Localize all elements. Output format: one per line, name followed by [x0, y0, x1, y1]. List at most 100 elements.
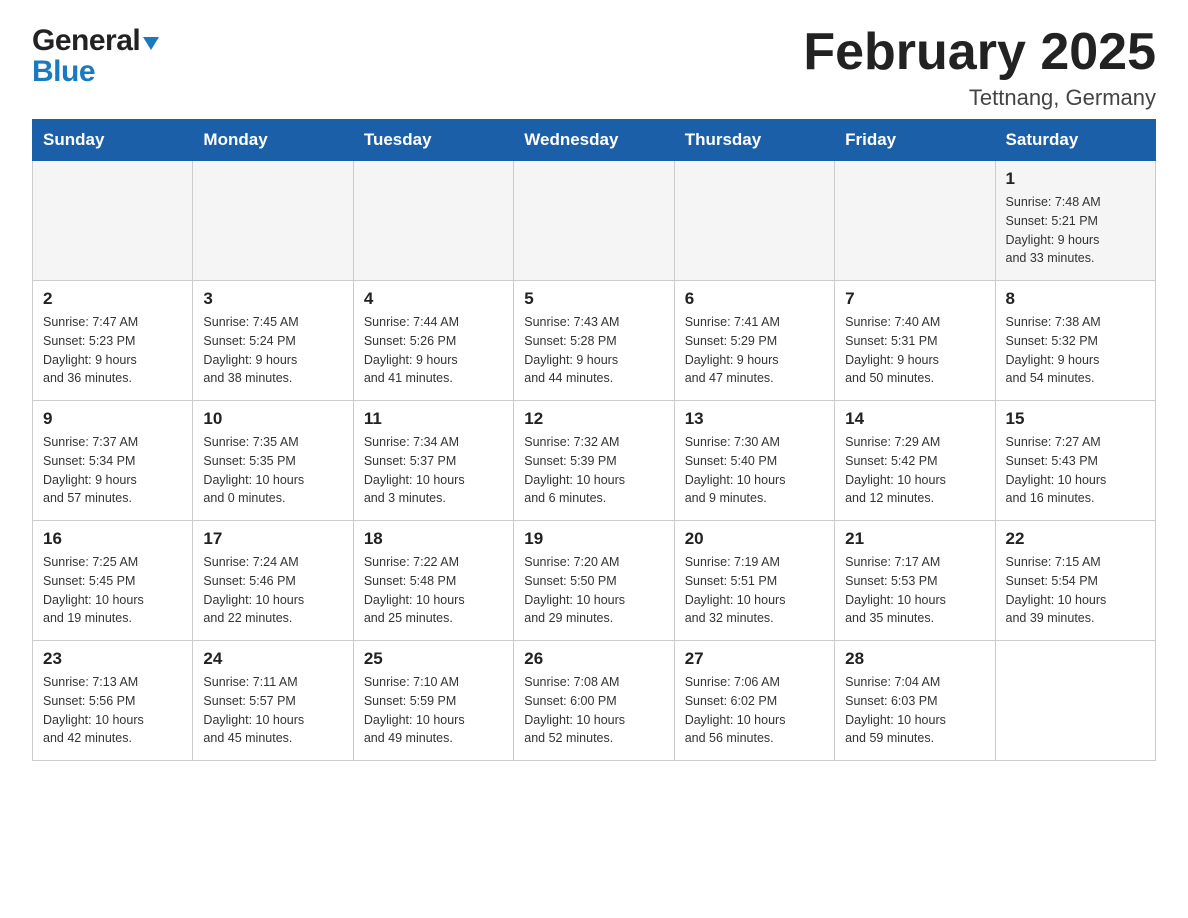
day-number: 28 [845, 649, 984, 669]
day-info: Sunrise: 7:04 AM Sunset: 6:03 PM Dayligh… [845, 673, 984, 748]
table-row: 16 Sunrise: 7:25 AM Sunset: 5:45 PM Dayli… [33, 521, 193, 641]
table-row: 3 Sunrise: 7:45 AM Sunset: 5:24 PM Daylig… [193, 281, 353, 401]
day-info: Sunrise: 7:35 AM Sunset: 5:35 PM Dayligh… [203, 433, 342, 508]
day-number: 27 [685, 649, 824, 669]
logo-triangle-icon [143, 37, 159, 50]
header-wednesday: Wednesday [514, 120, 674, 161]
page-title: February 2025 [803, 24, 1156, 81]
day-number: 20 [685, 529, 824, 549]
day-info: Sunrise: 7:43 AM Sunset: 5:28 PM Dayligh… [524, 313, 663, 388]
table-row: 13 Sunrise: 7:30 AM Sunset: 5:40 PM Dayli… [674, 401, 834, 521]
day-number: 5 [524, 289, 663, 309]
day-number: 11 [364, 409, 503, 429]
day-number: 10 [203, 409, 342, 429]
day-number: 1 [1006, 169, 1145, 189]
calendar-table: Sunday Monday Tuesday Wednesday Thursday… [32, 119, 1156, 761]
day-number: 17 [203, 529, 342, 549]
logo-general-text: General [32, 24, 140, 57]
day-number: 16 [43, 529, 182, 549]
calendar-week-row: 23Sunrise: 7:13 AM Sunset: 5:56 PM Dayli… [33, 641, 1156, 761]
day-info: Sunrise: 7:06 AM Sunset: 6:02 PM Dayligh… [685, 673, 824, 748]
day-info: Sunrise: 7:11 AM Sunset: 5:57 PM Dayligh… [203, 673, 342, 748]
day-number: 23 [43, 649, 182, 669]
day-info: Sunrise: 7:29 AM Sunset: 5:42 PM Dayligh… [845, 433, 984, 508]
table-row [33, 161, 193, 281]
table-row: 22Sunrise: 7:15 AM Sunset: 5:54 PM Dayli… [995, 521, 1155, 641]
day-number: 13 [685, 409, 824, 429]
day-info: Sunrise: 7:22 AM Sunset: 5:48 PM Dayligh… [364, 553, 503, 628]
table-row [674, 161, 834, 281]
page-subtitle: Tettnang, Germany [803, 85, 1156, 111]
day-info: Sunrise: 7:37 AM Sunset: 5:34 PM Dayligh… [43, 433, 182, 508]
table-row: 26Sunrise: 7:08 AM Sunset: 6:00 PM Dayli… [514, 641, 674, 761]
day-number: 25 [364, 649, 503, 669]
table-row: 15 Sunrise: 7:27 AM Sunset: 5:43 PM Dayli… [995, 401, 1155, 521]
logo: General Blue [32, 24, 159, 88]
table-row: 4 Sunrise: 7:44 AM Sunset: 5:26 PM Daylig… [353, 281, 513, 401]
table-row [995, 641, 1155, 761]
day-number: 21 [845, 529, 984, 549]
table-row: 19 Sunrise: 7:20 AM Sunset: 5:50 PM Dayli… [514, 521, 674, 641]
table-row: 28 Sunrise: 7:04 AM Sunset: 6:03 PM Dayli… [835, 641, 995, 761]
day-number: 4 [364, 289, 503, 309]
day-info: Sunrise: 7:30 AM Sunset: 5:40 PM Dayligh… [685, 433, 824, 508]
day-number: 6 [685, 289, 824, 309]
day-info: Sunrise: 7:20 AM Sunset: 5:50 PM Dayligh… [524, 553, 663, 628]
day-info: Sunrise: 7:48 AM Sunset: 5:21 PM Dayligh… [1006, 193, 1145, 268]
day-info: Sunrise: 7:45 AM Sunset: 5:24 PM Dayligh… [203, 313, 342, 388]
header-tuesday: Tuesday [353, 120, 513, 161]
day-info: Sunrise: 7:34 AM Sunset: 5:37 PM Dayligh… [364, 433, 503, 508]
day-info: Sunrise: 7:44 AM Sunset: 5:26 PM Dayligh… [364, 313, 503, 388]
table-row: 8 Sunrise: 7:38 AM Sunset: 5:32 PM Daylig… [995, 281, 1155, 401]
day-info: Sunrise: 7:47 AM Sunset: 5:23 PM Dayligh… [43, 313, 182, 388]
table-row: 11 Sunrise: 7:34 AM Sunset: 5:37 PM Dayli… [353, 401, 513, 521]
table-row: 24 Sunrise: 7:11 AM Sunset: 5:57 PM Dayli… [193, 641, 353, 761]
day-number: 7 [845, 289, 984, 309]
day-number: 2 [43, 289, 182, 309]
day-info: Sunrise: 7:38 AM Sunset: 5:32 PM Dayligh… [1006, 313, 1145, 388]
header-thursday: Thursday [674, 120, 834, 161]
calendar-week-row: 2 Sunrise: 7:47 AM Sunset: 5:23 PM Daylig… [33, 281, 1156, 401]
table-row: 5 Sunrise: 7:43 AM Sunset: 5:28 PM Daylig… [514, 281, 674, 401]
day-number: 8 [1006, 289, 1145, 309]
day-info: Sunrise: 7:25 AM Sunset: 5:45 PM Dayligh… [43, 553, 182, 628]
table-row: 2 Sunrise: 7:47 AM Sunset: 5:23 PM Daylig… [33, 281, 193, 401]
day-info: Sunrise: 7:41 AM Sunset: 5:29 PM Dayligh… [685, 313, 824, 388]
header-saturday: Saturday [995, 120, 1155, 161]
table-row: 1 Sunrise: 7:48 AM Sunset: 5:21 PM Daylig… [995, 161, 1155, 281]
table-row: 27 Sunrise: 7:06 AM Sunset: 6:02 PM Dayli… [674, 641, 834, 761]
table-row: 9 Sunrise: 7:37 AM Sunset: 5:34 PM Daylig… [33, 401, 193, 521]
table-row: 17Sunrise: 7:24 AM Sunset: 5:46 PM Dayli… [193, 521, 353, 641]
table-row: 6 Sunrise: 7:41 AM Sunset: 5:29 PM Daylig… [674, 281, 834, 401]
page-header: General Blue February 2025 Tettnang, Ger… [32, 24, 1156, 111]
table-row [193, 161, 353, 281]
day-number: 14 [845, 409, 984, 429]
calendar-header-row: Sunday Monday Tuesday Wednesday Thursday… [33, 120, 1156, 161]
day-info: Sunrise: 7:27 AM Sunset: 5:43 PM Dayligh… [1006, 433, 1145, 508]
day-info: Sunrise: 7:19 AM Sunset: 5:51 PM Dayligh… [685, 553, 824, 628]
day-number: 9 [43, 409, 182, 429]
table-row [353, 161, 513, 281]
header-monday: Monday [193, 120, 353, 161]
table-row: 12 Sunrise: 7:32 AM Sunset: 5:39 PM Dayli… [514, 401, 674, 521]
day-info: Sunrise: 7:40 AM Sunset: 5:31 PM Dayligh… [845, 313, 984, 388]
table-row: 18 Sunrise: 7:22 AM Sunset: 5:48 PM Dayli… [353, 521, 513, 641]
day-number: 18 [364, 529, 503, 549]
table-row: 7 Sunrise: 7:40 AM Sunset: 5:31 PM Daylig… [835, 281, 995, 401]
logo-blue-text: Blue [32, 55, 95, 88]
table-row [514, 161, 674, 281]
table-row: 20 Sunrise: 7:19 AM Sunset: 5:51 PM Dayli… [674, 521, 834, 641]
table-row: 23Sunrise: 7:13 AM Sunset: 5:56 PM Dayli… [33, 641, 193, 761]
calendar-week-row: 16 Sunrise: 7:25 AM Sunset: 5:45 PM Dayli… [33, 521, 1156, 641]
day-number: 12 [524, 409, 663, 429]
day-info: Sunrise: 7:17 AM Sunset: 5:53 PM Dayligh… [845, 553, 984, 628]
day-number: 24 [203, 649, 342, 669]
day-number: 15 [1006, 409, 1145, 429]
day-info: Sunrise: 7:15 AM Sunset: 5:54 PM Dayligh… [1006, 553, 1145, 628]
day-info: Sunrise: 7:10 AM Sunset: 5:59 PM Dayligh… [364, 673, 503, 748]
day-number: 19 [524, 529, 663, 549]
day-number: 3 [203, 289, 342, 309]
table-row: 10 Sunrise: 7:35 AM Sunset: 5:35 PM Dayli… [193, 401, 353, 521]
calendar-week-row: 1 Sunrise: 7:48 AM Sunset: 5:21 PM Daylig… [33, 161, 1156, 281]
day-info: Sunrise: 7:32 AM Sunset: 5:39 PM Dayligh… [524, 433, 663, 508]
